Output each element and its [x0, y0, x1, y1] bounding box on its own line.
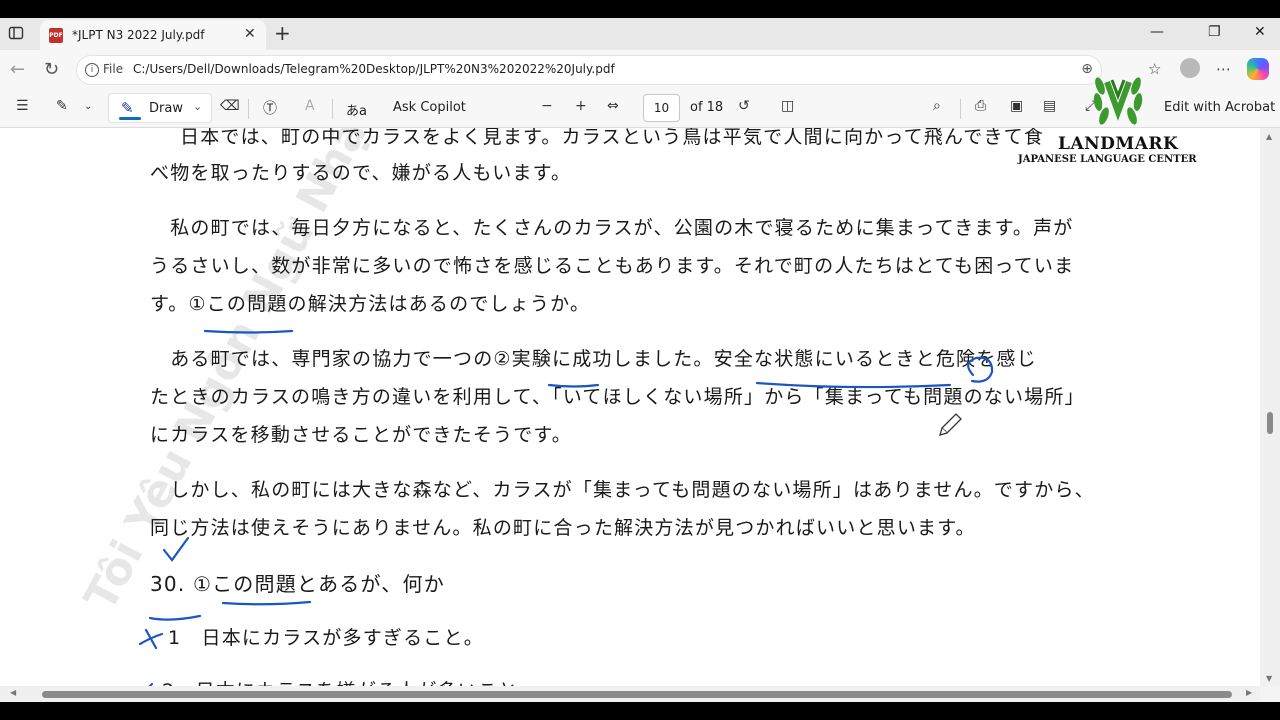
- logo-brand: LANDMARK: [1058, 134, 1179, 154]
- browser-window: PDF *JLPT N3 2022 July.pdf ✕ + — ❐ ✕ ← ↻…: [0, 18, 1280, 702]
- text-line: にカラスを移動させることができたそうです。: [150, 424, 572, 446]
- chevron-down-icon[interactable]: ⌄: [193, 100, 202, 113]
- scroll-left-icon[interactable]: ◀: [10, 688, 16, 697]
- scroll-thumb[interactable]: [42, 691, 1232, 698]
- close-icon[interactable]: ✕: [244, 26, 256, 42]
- tab-pdf[interactable]: PDF *JLPT N3 2022 July.pdf ✕: [40, 20, 266, 50]
- divider: [960, 99, 961, 119]
- page-number-input[interactable]: 10: [643, 94, 680, 122]
- scroll-up-icon[interactable]: ▲: [1266, 132, 1272, 141]
- page-view-icon[interactable]: ◫: [781, 98, 794, 114]
- back-icon[interactable]: ←: [10, 59, 25, 80]
- zoom-in-icon[interactable]: +: [575, 98, 587, 114]
- info-icon[interactable]: i: [85, 63, 99, 77]
- text-line: しかし、私の町には大きな森など、カラスが「集まっても問題のない場所」はありません…: [150, 479, 1095, 501]
- tab-title: *JLPT N3 2022 July.pdf: [72, 28, 205, 42]
- eraser-icon[interactable]: ⌫: [220, 98, 240, 114]
- new-tab-icon[interactable]: +: [274, 21, 291, 45]
- scroll-thumb[interactable]: [1267, 412, 1273, 434]
- laurel-logo-icon: [1093, 77, 1143, 125]
- read-aloud-icon[interactable]: A: [305, 98, 315, 114]
- tab-bar: PDF *JLPT N3 2022 July.pdf ✕ + — ❐ ✕: [0, 18, 1280, 50]
- draw-label: Draw: [149, 101, 183, 116]
- horizontal-scrollbar[interactable]: ◀ ▶: [0, 686, 1260, 702]
- text-line: 日本では、町の中でカラスをよく見ます。カラスという鳥は平気で人間に向かって飛んで…: [180, 128, 1045, 148]
- copilot-icon[interactable]: [1247, 58, 1269, 80]
- text-line: ある町では、専門家の協力で一つの②実験に成功しました。安全な状態にいるときと危険…: [150, 348, 1037, 370]
- highlight-icon[interactable]: ✎: [56, 98, 68, 114]
- translate-icon[interactable]: あa: [346, 100, 367, 119]
- text-line: 私の町では、毎日夕方になると、たくさんのカラスが、公園の木で寝るために集まってき…: [150, 217, 1074, 239]
- text-line: べ物を取ったりするので、嫌がる人もいます。: [150, 162, 572, 184]
- fit-page-icon[interactable]: ⇔: [607, 98, 619, 114]
- answer-option-1: 1 日本にカラスが多すぎること。: [168, 627, 484, 649]
- pencil-cursor-icon: [939, 413, 962, 436]
- logo-subtitle: JAPANESE LANGUAGE CENTER: [1018, 154, 1197, 165]
- divider: [332, 99, 333, 119]
- pen-icon: ✎: [121, 99, 134, 117]
- minimize-icon[interactable]: —: [1150, 24, 1164, 40]
- highlight-chevron-down-icon[interactable]: ⌄: [84, 101, 92, 112]
- window-close-icon[interactable]: ✕: [1254, 24, 1266, 40]
- zoom-out-icon[interactable]: −: [541, 98, 553, 114]
- divider: [248, 99, 249, 119]
- landmark-logo: LANDMARK JAPANESE LANGUAGE CENTER: [1018, 70, 1218, 170]
- scroll-right-icon[interactable]: ▶: [1246, 688, 1252, 697]
- more-menu-icon[interactable]: ⋯: [1216, 60, 1231, 78]
- tab-actions-icon[interactable]: [8, 25, 28, 43]
- ask-copilot-button[interactable]: Ask Copilot: [393, 100, 466, 115]
- text-line: たときのカラスの鳴き方の違いを利用して、「いてほしくない場所」から「集まっても問…: [150, 386, 1085, 408]
- page-total: of 18: [690, 100, 724, 115]
- url-text[interactable]: C:/Users/Dell/Downloads/Telegram%20Deskt…: [133, 62, 615, 76]
- text-line: 同じ方法は使えそうにありません。私の町に合った解決方法が見つかればいいと思います…: [150, 517, 976, 539]
- text-line: うるさいし、数が非常に多いので怖さを感じることもあります。それで町の人たちはとて…: [150, 255, 1075, 277]
- rotate-icon[interactable]: ↺: [738, 98, 750, 114]
- draw-color-indicator: [119, 117, 141, 120]
- scheme-label: File: [103, 62, 124, 76]
- question-30: 30. ①この問題とあるが、何か: [150, 572, 445, 596]
- refresh-icon[interactable]: ↻: [44, 59, 59, 80]
- print-icon[interactable]: ⎙: [975, 98, 986, 114]
- contents-icon[interactable]: ☰: [16, 98, 29, 114]
- pdf-icon: PDF: [49, 28, 63, 43]
- text-box-icon[interactable]: Ⓣ: [263, 98, 277, 118]
- restore-icon[interactable]: ❐: [1208, 24, 1221, 40]
- scroll-down-icon[interactable]: ▼: [1266, 674, 1272, 683]
- search-icon[interactable]: ⌕: [933, 98, 941, 114]
- draw-button[interactable]: ✎ Draw ⌄: [108, 93, 212, 123]
- pdf-page: Tôi Yêu Ngôn Ngữ Nhật 日本では、町の中でカラスをよく見ます…: [0, 128, 1260, 686]
- watermark: Tôi Yêu Ngôn Ngữ Nhật: [74, 128, 388, 619]
- url-field[interactable]: i File C:/Users/Dell/Downloads/Telegram%…: [76, 55, 1102, 85]
- text-line: す。①この問題の解決方法はあるのでしょうか。: [150, 293, 591, 315]
- answer-option-2: 2 日本にカラスを嫌がる人が多いこと: [162, 676, 518, 686]
- vertical-scrollbar[interactable]: ▲ ▼: [1260, 128, 1280, 686]
